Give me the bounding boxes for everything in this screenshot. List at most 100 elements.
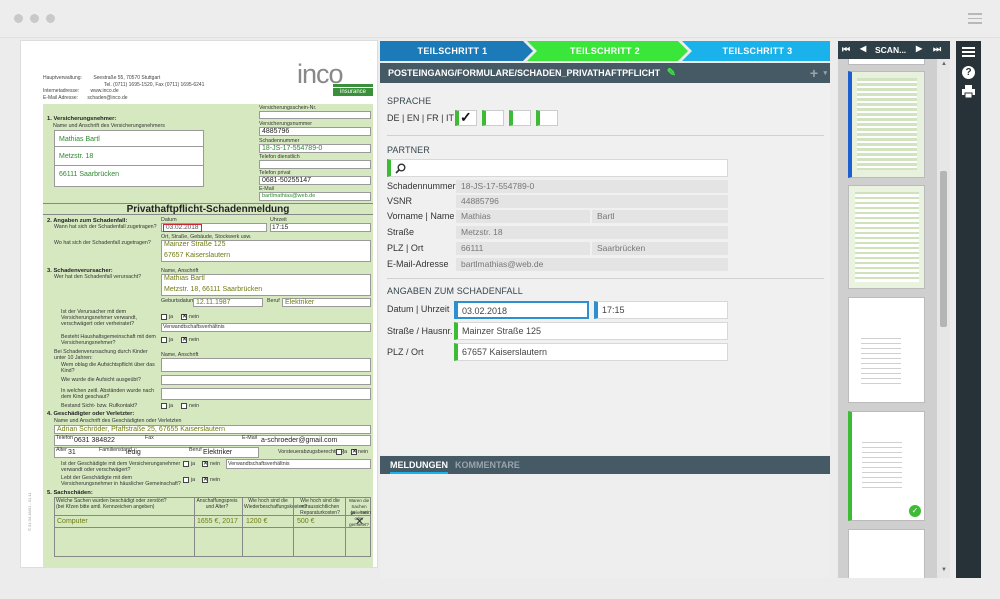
next-page-icon[interactable]: ▶ bbox=[916, 44, 922, 53]
vs-field bbox=[259, 111, 371, 119]
meldungen-panel bbox=[380, 474, 830, 578]
gg-nein-mark: ✕ bbox=[203, 477, 209, 483]
verursacher-name: Mathias Bartl bbox=[164, 275, 205, 282]
sach-col-1: Welche Sachen wurden beschädigt oder zer… bbox=[56, 498, 167, 510]
doc-q-kind-2: Wie wurde die Aufsicht ausgeübt? bbox=[61, 377, 141, 383]
window-titlebar bbox=[0, 0, 1000, 38]
haus-nein-mark: ✕ bbox=[182, 337, 188, 343]
sach-hsep-1 bbox=[54, 515, 371, 516]
help-icon[interactable]: ? bbox=[962, 66, 975, 79]
beruf-value: Elektriker bbox=[285, 299, 315, 306]
vsnr-label: VSNR bbox=[387, 196, 413, 206]
bottom-tabs: MELDUNGEN KOMMENTARE bbox=[380, 456, 830, 474]
verw-ja-checkbox[interactable] bbox=[161, 314, 167, 320]
add-icon[interactable]: + bbox=[810, 63, 818, 83]
haus-ja-label: ja bbox=[169, 337, 174, 343]
form-path-title: POSTEINGANG/FORMULARE/SCHADEN_PRIVATHAFT… bbox=[388, 68, 661, 78]
prev-page-icon[interactable]: ◀ bbox=[860, 44, 866, 53]
scan-thumb-1[interactable] bbox=[848, 71, 925, 178]
scan-thumb-5[interactable] bbox=[848, 529, 925, 578]
menu-icon[interactable] bbox=[962, 47, 975, 57]
sep-2 bbox=[387, 278, 824, 279]
sprache-heading: SPRACHE bbox=[387, 96, 432, 106]
schaden-heading: ANGABEN ZUM SCHADENFALL bbox=[387, 286, 523, 296]
scan-thumb-2[interactable] bbox=[848, 185, 925, 289]
tab-meldungen[interactable]: MELDUNGEN bbox=[390, 456, 448, 474]
haus-ja-checkbox[interactable] bbox=[161, 337, 167, 343]
gv-nein-checkbox[interactable]: ✕ bbox=[202, 461, 208, 467]
g-mail-label: E-Mail bbox=[242, 435, 258, 441]
verw-nein-label: nein bbox=[189, 314, 200, 320]
tel-p-value: 0681-50255147 bbox=[262, 177, 312, 184]
lang-fr-box[interactable] bbox=[509, 110, 531, 126]
datum-input[interactable]: 03.02.2018 bbox=[454, 301, 589, 319]
partner-search-input[interactable] bbox=[387, 159, 728, 177]
gv-nein-mark: ✕ bbox=[203, 461, 209, 467]
g-alter-label: Alter bbox=[56, 447, 67, 453]
doc-q-g-verwandt: Ist der Geschädigte mit dem Versicherung… bbox=[61, 461, 181, 473]
kind-3-field bbox=[161, 388, 371, 400]
doc-q-haushalt: Besteht Haushaltsgemeinschaft mit dem Ve… bbox=[61, 334, 156, 346]
doc-q-kind-3: In welchen zeitl. Abständen wurde nach d… bbox=[61, 388, 155, 400]
first-page-icon[interactable]: ⏮ bbox=[842, 44, 850, 55]
scroll-down-icon[interactable]: ▼ bbox=[941, 567, 947, 573]
g-alter-value: 31 bbox=[68, 449, 76, 456]
side-toolbar: ? bbox=[956, 41, 981, 578]
g-beruf-label: Beruf bbox=[189, 447, 202, 453]
gv-ja-checkbox[interactable] bbox=[183, 461, 189, 467]
plz-ort-label: PLZ | Ort bbox=[387, 243, 424, 253]
strasse-hausnr-input[interactable]: Mainzer Straße 125 bbox=[454, 322, 728, 340]
datum-uhrzeit-label: Datum | Uhrzeit bbox=[387, 304, 450, 314]
tab-kommentare[interactable]: KOMMENTARE bbox=[455, 456, 520, 474]
scroll-up-icon[interactable]: ▲ bbox=[941, 61, 947, 67]
verursacher-address: Metzstr. 18, 66111 Saarbrücken bbox=[164, 286, 263, 293]
uhrzeit-input[interactable]: 17:15 bbox=[594, 301, 728, 319]
last-page-icon[interactable]: ⏭ bbox=[933, 44, 941, 55]
chevron-down-icon[interactable]: ▾ bbox=[823, 64, 827, 84]
scan-thumb-3[interactable] bbox=[848, 297, 925, 403]
g-fam-value: ledig bbox=[126, 449, 141, 456]
verw-nein-checkbox[interactable]: ✕ bbox=[181, 314, 187, 320]
ort-value: Saarbrücken bbox=[592, 242, 728, 255]
lang-en-box[interactable] bbox=[482, 110, 504, 126]
ruf-nein-checkbox[interactable] bbox=[181, 403, 187, 409]
scan-thumb-4[interactable]: ✓ bbox=[848, 411, 925, 521]
scan-scroll-thumb[interactable] bbox=[940, 171, 947, 327]
scan-scrollbar[interactable]: ▲ ▼ bbox=[937, 59, 950, 578]
schadennummer-label: Schadennummer bbox=[387, 181, 456, 191]
verw-label: Verwandtschaftsverhältnis bbox=[163, 324, 225, 330]
scan-thumbnails: ✓ bbox=[838, 59, 937, 578]
edit-icon[interactable]: ✎ bbox=[667, 67, 676, 79]
vnr-value: 4885796 bbox=[262, 128, 290, 135]
doc-section-4: 4. Geschädigter oder Verletzter: bbox=[47, 411, 135, 417]
lang-de-box[interactable]: ✓ bbox=[455, 109, 477, 126]
window-menu-icon[interactable] bbox=[968, 13, 982, 27]
vorname-name-label: Vorname | Name bbox=[387, 211, 455, 221]
print-icon[interactable] bbox=[961, 85, 976, 99]
geb-value: 12.11.1987 bbox=[196, 299, 231, 306]
step-3[interactable]: TEILSCHRITT 3 bbox=[685, 41, 830, 61]
plz-ort-input[interactable]: 67657 Kaiserslautern bbox=[454, 343, 728, 361]
logo-bar bbox=[333, 84, 373, 87]
ruf-nein-label: nein bbox=[189, 403, 200, 409]
gg-ja-checkbox[interactable] bbox=[183, 477, 189, 483]
vorst-nein-checkbox[interactable]: ✕ bbox=[351, 449, 357, 455]
window-minimize-dot[interactable] bbox=[30, 14, 39, 23]
window-close-dot[interactable] bbox=[14, 14, 23, 23]
scan-header: ⏮ ◀ SCAN... ▶ ⏭ bbox=[838, 41, 950, 59]
window-maximize-dot[interactable] bbox=[46, 14, 55, 23]
g-fax-label: Fax bbox=[145, 435, 154, 441]
g-tel-label: Telefon bbox=[56, 435, 74, 441]
haus-nein-checkbox[interactable]: ✕ bbox=[181, 337, 187, 343]
gg-nein-checkbox[interactable]: ✕ bbox=[202, 477, 208, 483]
ruf-ja-checkbox[interactable] bbox=[161, 403, 167, 409]
verw-ja-label: ja bbox=[169, 314, 174, 320]
doc-company-header: Hauptverwaltung: Seestraße 55, 70570 Stu… bbox=[43, 75, 204, 101]
doc-section-5: 5. Sachschäden: bbox=[47, 490, 93, 496]
scan-thumb-0[interactable] bbox=[848, 59, 925, 65]
step-2[interactable]: TEILSCHRITT 2 bbox=[530, 41, 680, 61]
doc-s3-question: Wer hat den Schadenfall verursacht? bbox=[54, 274, 142, 280]
lang-it-box[interactable] bbox=[536, 110, 558, 126]
step-1[interactable]: TEILSCHRITT 1 bbox=[380, 41, 525, 61]
vorst-ja-checkbox[interactable] bbox=[336, 449, 342, 455]
